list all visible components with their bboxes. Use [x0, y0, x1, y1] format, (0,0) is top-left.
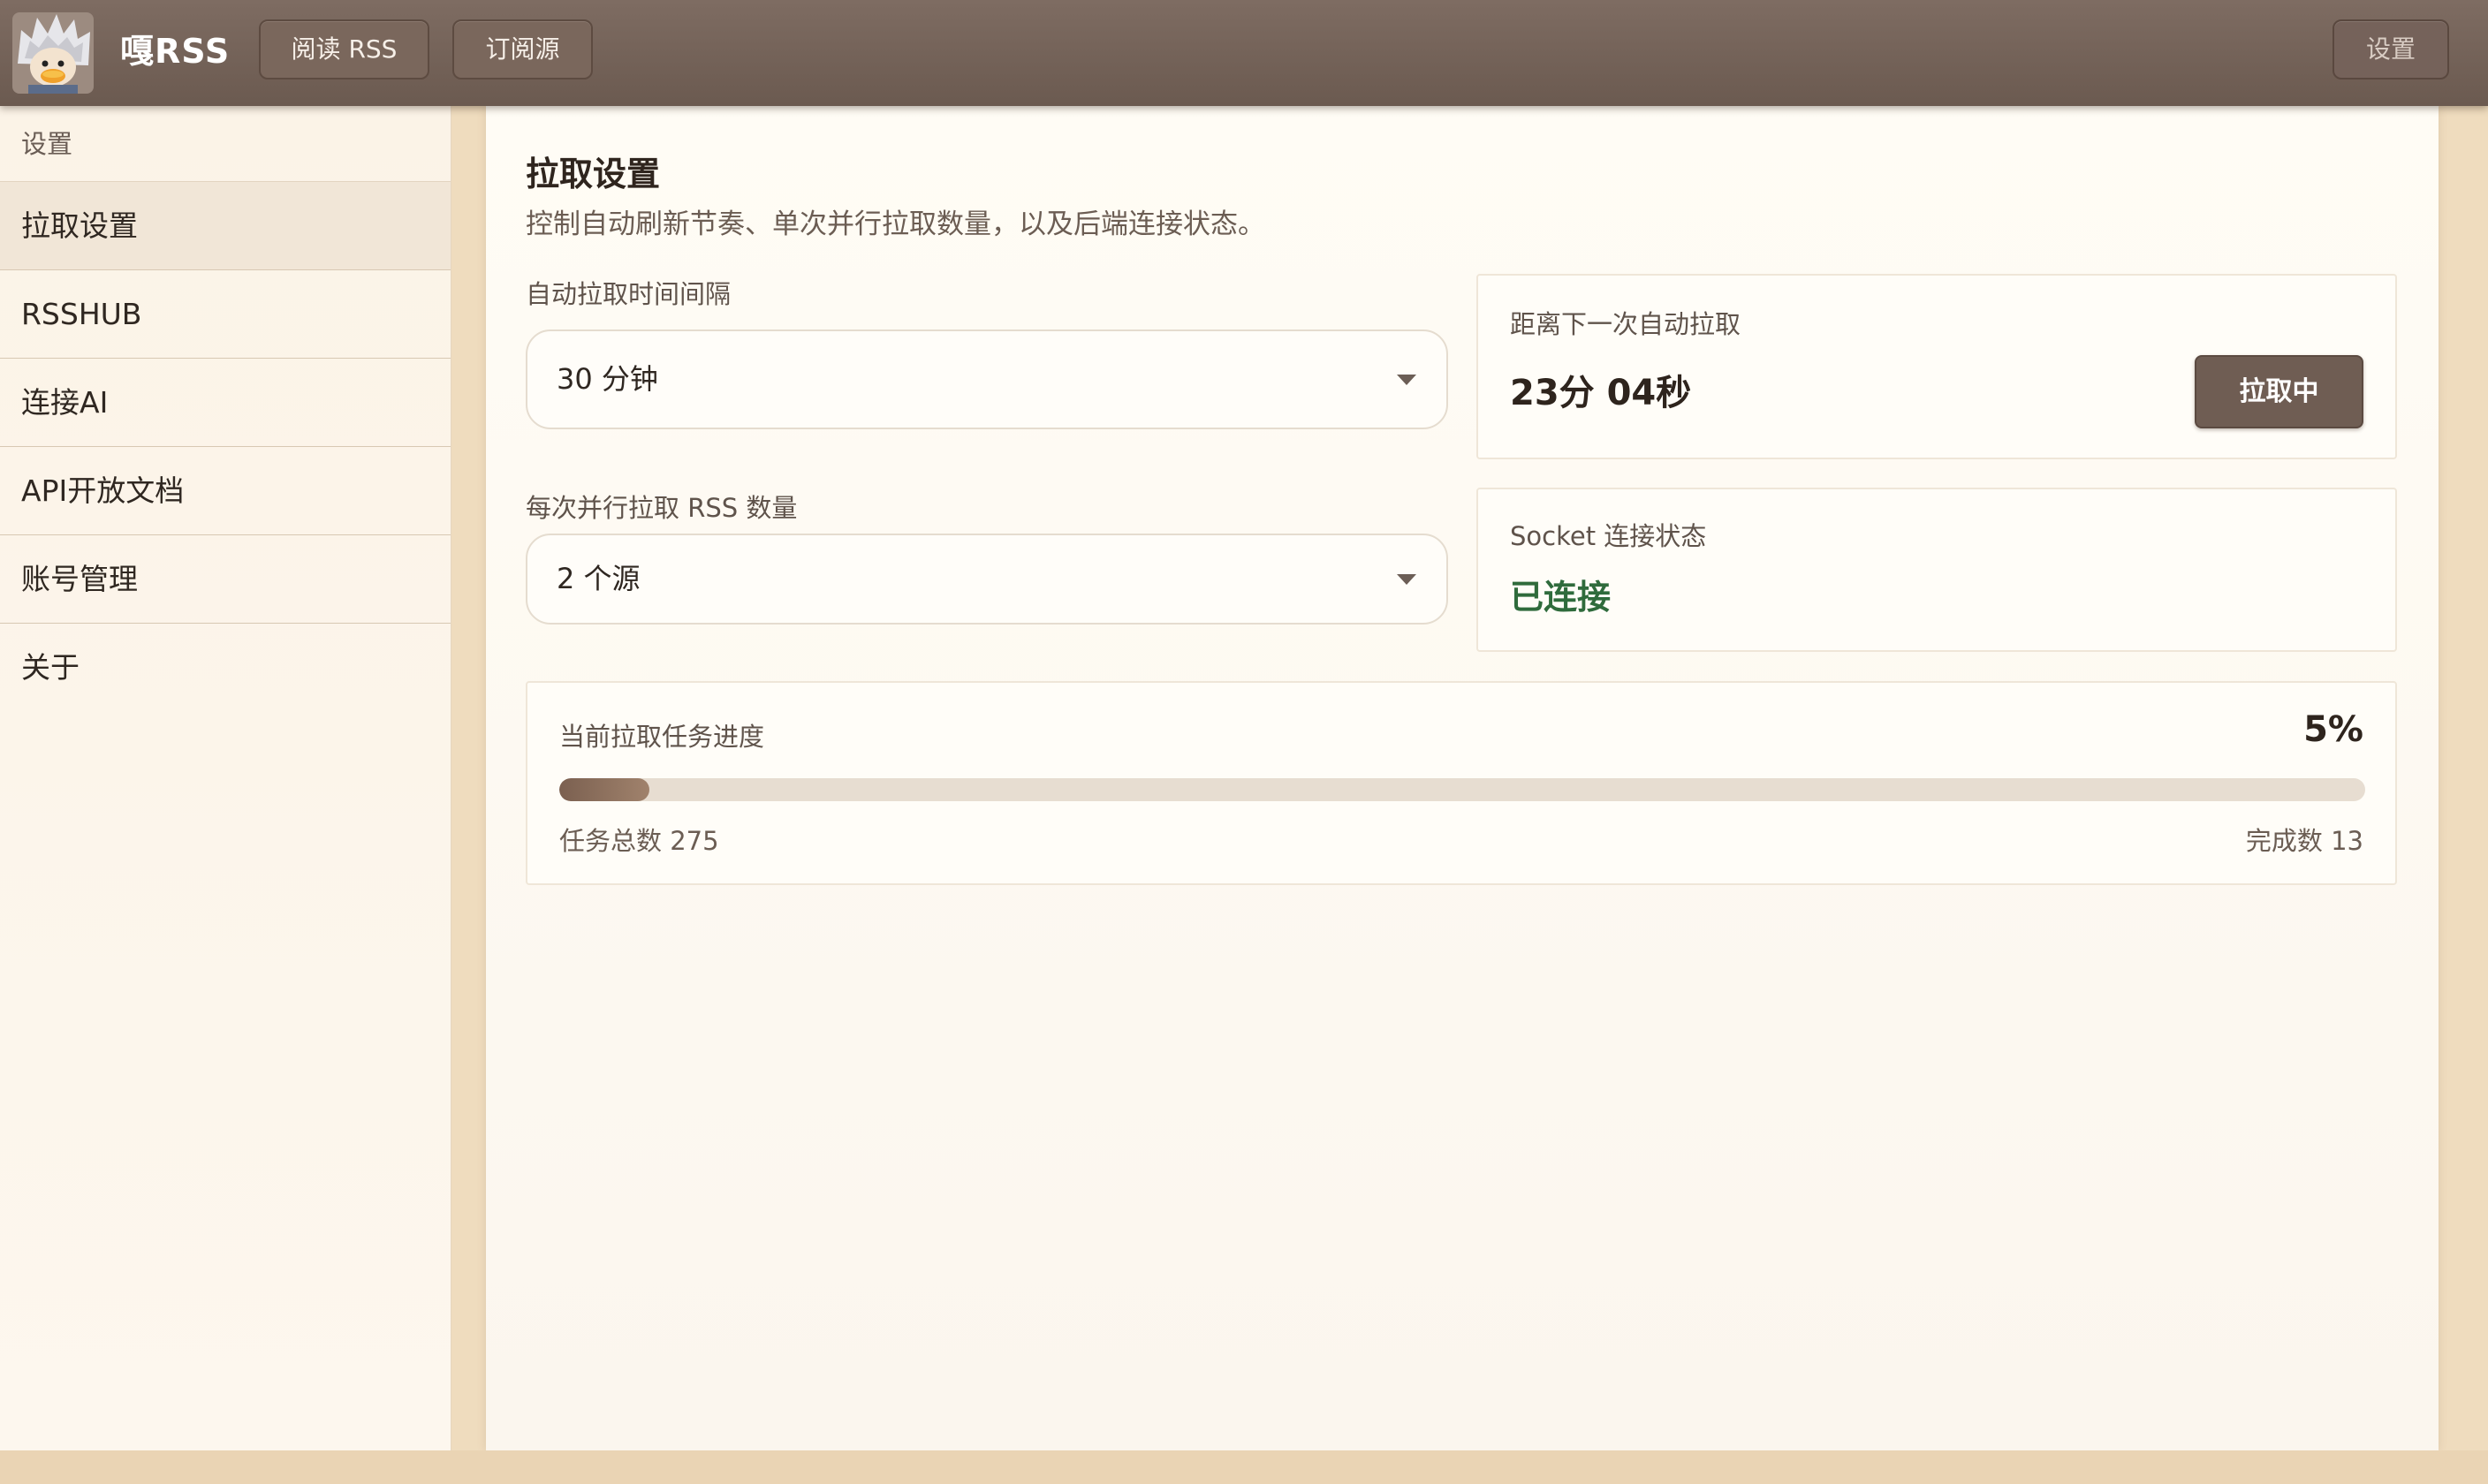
sidebar-item-connect-ai[interactable]: 连接AI	[0, 359, 451, 447]
sidebar-item-api-docs[interactable]: API开放文档	[0, 447, 451, 535]
concurrency-value: 2 个源	[557, 562, 641, 595]
socket-status-value: 已连接	[1510, 578, 1612, 617]
settings-sidebar: 设置 拉取设置 RSSHUB 连接AI API开放文档 账号管理 关于	[0, 106, 451, 1450]
interval-value: 30 分钟	[557, 362, 658, 396]
settings-button[interactable]: 设置	[2332, 19, 2449, 80]
completed-tasks: 完成数 13	[2245, 826, 2363, 856]
sidebar-item-account[interactable]: 账号管理	[0, 535, 451, 624]
socket-status-card: Socket 连接状态 已连接	[1476, 488, 2397, 652]
progress-percent: 5%	[2303, 709, 2363, 750]
sidebar-header: 设置	[0, 106, 451, 182]
fetch-progress-card: 当前拉取任务进度 5% 任务总数 275 完成数 13	[526, 681, 2397, 885]
total-tasks: 任务总数 275	[559, 826, 719, 856]
sidebar-item-rsshub[interactable]: RSSHUB	[0, 270, 451, 359]
concurrency-label: 每次并行拉取 RSS 数量	[526, 493, 798, 523]
app-title: 嘎RSS	[120, 32, 231, 71]
progress-label: 当前拉取任务进度	[559, 722, 765, 752]
countdown-timer: 23分 04秒	[1510, 373, 1692, 413]
progress-bar	[559, 778, 2365, 801]
fetch-settings-panel: 拉取设置 控制自动刷新节奏、单次并行拉取数量，以及后端连接状态。 自动拉取时间间…	[486, 106, 2439, 1450]
interval-select[interactable]: 30 分钟	[526, 329, 1448, 429]
progress-bar-fill	[559, 778, 650, 801]
chevron-down-icon	[1397, 374, 1416, 385]
socket-status-label: Socket 连接状态	[1510, 521, 1707, 551]
sidebar-item-about[interactable]: 关于	[0, 624, 451, 712]
app-logo-avatar[interactable]	[12, 12, 94, 94]
avatar-icon	[12, 12, 94, 94]
sidebar-item-fetch-settings[interactable]: 拉取设置	[0, 182, 451, 270]
top-bar: 嘎RSS 阅读 RSS 订阅源 设置	[0, 0, 2488, 106]
interval-label: 自动拉取时间间隔	[526, 279, 732, 309]
page-subtitle: 控制自动刷新节奏、单次并行拉取数量，以及后端连接状态。	[526, 208, 1265, 240]
concurrency-select[interactable]: 2 个源	[526, 534, 1448, 625]
next-fetch-label: 距离下一次自动拉取	[1510, 309, 1741, 339]
fetching-button[interactable]: 拉取中	[2195, 355, 2363, 428]
chevron-down-icon	[1397, 573, 1416, 585]
page-title: 拉取设置	[526, 155, 661, 193]
read-rss-button[interactable]: 阅读 RSS	[259, 19, 429, 80]
bottom-background	[0, 1450, 2488, 1484]
subscriptions-button[interactable]: 订阅源	[452, 19, 593, 80]
next-fetch-card: 距离下一次自动拉取 23分 04秒 拉取中	[1476, 274, 2397, 459]
